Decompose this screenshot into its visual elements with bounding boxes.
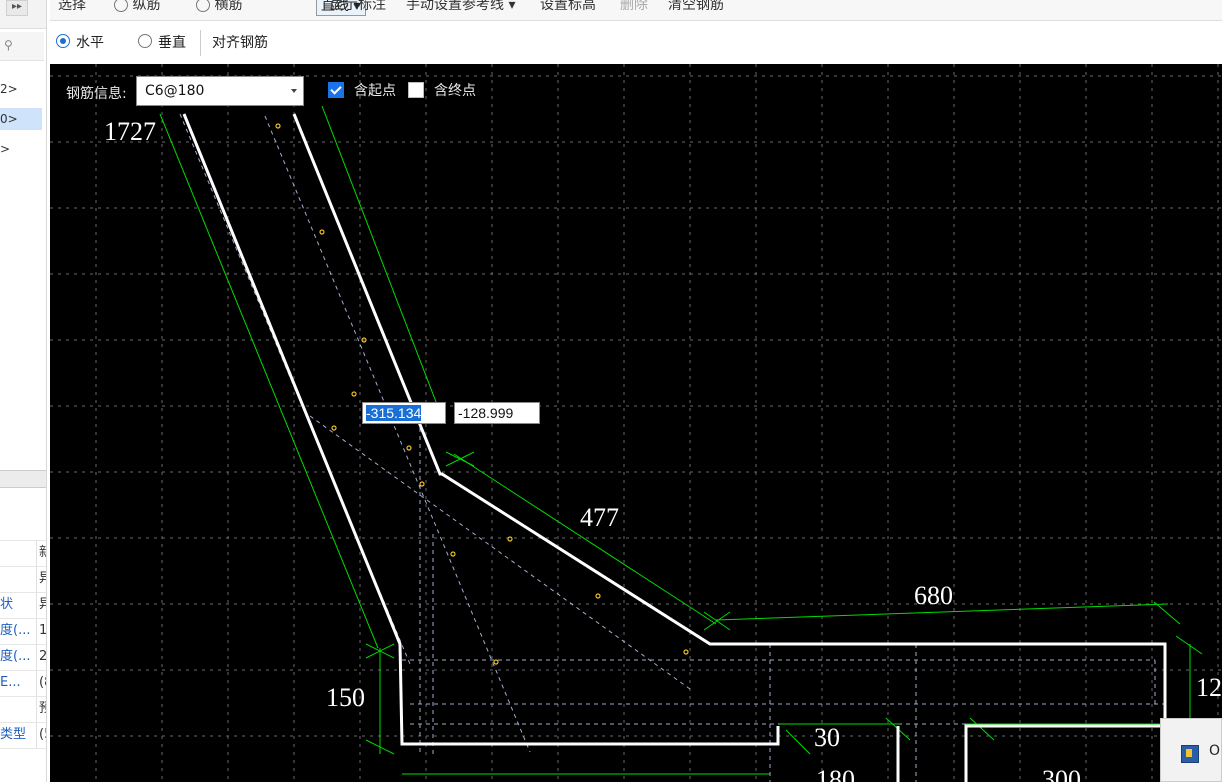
vertical-radio[interactable] <box>138 34 152 48</box>
radio-icon <box>114 0 128 12</box>
include-start-label: 含起点 <box>354 83 396 99</box>
dimension-lines <box>159 105 1203 782</box>
rebar-shape[interactable] <box>182 113 1170 782</box>
dim-label-300: 300 <box>1042 765 1081 782</box>
tree-item-selected[interactable]: 0> <box>0 108 42 130</box>
dim-label-12: 12 <box>1196 673 1222 702</box>
direction-toolbar: 水平 垂直 对齐钢筋 <box>50 22 1222 65</box>
property-row[interactable]: 异 <box>0 566 46 593</box>
set-elevation-button[interactable]: 设置标高 <box>540 0 596 14</box>
property-row[interactable]: E...(8 <box>0 670 46 697</box>
property-row[interactable]: 度(...1 <box>0 618 46 645</box>
search-icon: ⚲ <box>4 38 13 52</box>
expand-icon[interactable]: ▸▸ <box>6 0 28 16</box>
include-start-checkbox[interactable] <box>328 82 344 98</box>
chevron-down-icon <box>291 89 297 93</box>
show-annotation-button[interactable]: 显示标注 <box>330 0 386 14</box>
dim-label-150: 150 <box>326 683 365 712</box>
vertical-label: 垂直 <box>158 35 186 51</box>
rebar-drawing[interactable]: 1727 477 680 150 30 180 300 12 <box>50 64 1222 782</box>
include-end-checkbox[interactable] <box>408 82 424 98</box>
dim-label-477: 477 <box>580 503 619 532</box>
top-toolbar: 选择 纵筋 横筋 直线 ▾ 显示标注 手动设置参考线 ▾ 设置标高 删除 清空钢… <box>50 0 1222 21</box>
left-panel: ▸▸ ⚲ 2> 0> > 新 异 状异 度(...1 度(...2 E...(8… <box>0 0 47 782</box>
panel-splitter[interactable] <box>0 470 46 488</box>
coord-y-input[interactable]: -128.999 <box>454 402 540 424</box>
rebar-info-combo[interactable]: C6@180 <box>136 76 304 106</box>
drawing-canvas[interactable]: 1727 477 680 150 30 180 300 12 钢筋信息: C6@… <box>50 64 1222 782</box>
tree-item[interactable]: 2> <box>0 78 42 100</box>
select-button[interactable]: 选择 <box>58 0 86 14</box>
horizontal-radio[interactable] <box>56 34 70 48</box>
align-rebar-button[interactable]: 对齐钢筋 <box>212 32 268 52</box>
dim-label-1727: 1727 <box>104 117 156 146</box>
notification-popup[interactable]: O <box>1160 718 1222 782</box>
snap-points <box>275 123 689 665</box>
dim-label-30: 30 <box>814 723 840 752</box>
delete-button[interactable]: 删除 <box>620 0 648 14</box>
radio-icon <box>196 0 210 12</box>
property-row[interactable]: 预 <box>0 696 46 723</box>
transverse-radio[interactable]: 横筋 <box>196 0 242 14</box>
coord-x-input[interactable]: -315.134 <box>362 402 446 424</box>
app-icon <box>1181 745 1199 763</box>
section-outline <box>179 113 1165 782</box>
property-row[interactable]: 状异 <box>0 592 46 619</box>
tree-item[interactable]: > <box>0 138 42 160</box>
dim-label-680: 680 <box>914 581 953 610</box>
dimension-labels: 1727 477 680 150 30 180 300 12 <box>104 117 1222 782</box>
rebar-info-label: 钢筋信息: <box>66 86 127 102</box>
clear-rebar-button[interactable]: 清空钢筋 <box>668 0 724 14</box>
dim-label-180: 180 <box>816 765 855 782</box>
horizontal-label: 水平 <box>76 35 104 51</box>
property-row[interactable]: 新 <box>0 540 46 567</box>
property-row[interactable]: 度(...2 <box>0 644 46 671</box>
grid-lines <box>50 64 1222 782</box>
property-row[interactable] <box>0 514 46 541</box>
manual-ref-line-button[interactable]: 手动设置参考线 ▾ <box>406 0 515 14</box>
tree-search[interactable]: ⚲ <box>0 32 44 61</box>
property-row[interactable]: 类型(5 <box>0 722 46 749</box>
longitudinal-radio[interactable]: 纵筋 <box>114 0 160 14</box>
include-end-label: 含终点 <box>434 83 476 99</box>
toolbar-separator <box>200 30 201 56</box>
popup-text: O <box>1209 743 1221 759</box>
